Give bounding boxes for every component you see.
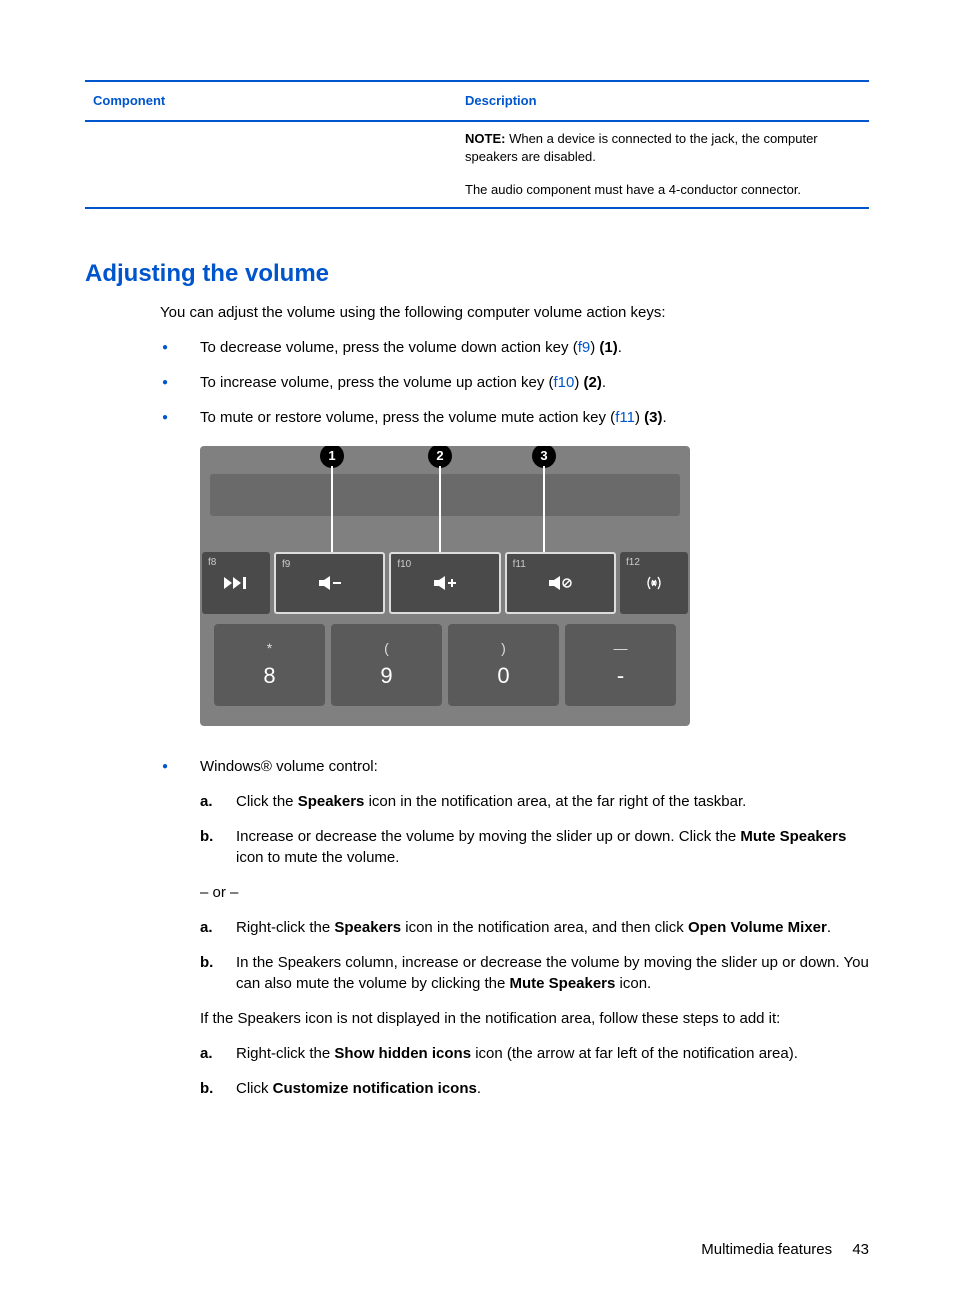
windows-control-list: Windows® volume control: a. Click the Sp… <box>160 756 869 1099</box>
key-0: )0 <box>448 624 559 706</box>
windows-volume-label: Windows® volume control: <box>200 756 869 777</box>
keyboard-figure: 1 2 3 f8 f9 f10 f11 f12 *8 (9 )0 —- <box>200 446 690 726</box>
step-a: a. Click the Speakers icon in the notifi… <box>200 791 869 812</box>
steps-first: a. Click the Speakers icon in the notifi… <box>200 791 869 868</box>
steps-third: a. Right-click the Show hidden icons ico… <box>200 1043 869 1099</box>
step-b: b. Increase or decrease the volume by mo… <box>200 826 869 868</box>
steps-second: a. Right-click the Speakers icon in the … <box>200 917 869 994</box>
or-separator: – or – <box>200 882 869 903</box>
key-link-f11[interactable]: f11 <box>615 409 635 426</box>
key-f9-volume-down: f9 <box>274 552 385 614</box>
step-b: b. In the Speakers column, increase or d… <box>200 952 869 994</box>
show-hidden-intro: If the Speakers icon is not displayed in… <box>200 1008 869 1029</box>
list-item: To increase volume, press the volume up … <box>160 372 869 393</box>
wireless-icon <box>639 574 669 592</box>
step-a: a. Right-click the Speakers icon in the … <box>200 917 869 938</box>
list-item: Windows® volume control: a. Click the Sp… <box>160 756 869 1099</box>
table-audio-text: The audio component must have a 4-conduc… <box>465 181 869 199</box>
action-key-list: To decrease volume, press the volume dow… <box>160 337 869 428</box>
footer-page-number: 43 <box>852 1241 869 1258</box>
callout-3: 3 <box>532 446 556 468</box>
key-f10-volume-up: f10 <box>389 552 500 614</box>
intro-paragraph: You can adjust the volume using the foll… <box>160 302 869 323</box>
volume-mute-icon <box>545 574 575 592</box>
key-8: *8 <box>214 624 325 706</box>
footer-section: Multimedia features <box>701 1241 832 1258</box>
key-f12: f12 <box>620 552 688 614</box>
table-header-row: Component Description <box>85 82 869 122</box>
step-b: b. Click Customize notification icons. <box>200 1078 869 1099</box>
next-track-icon <box>221 574 251 592</box>
key-link-f10[interactable]: f10 <box>554 374 575 391</box>
key-9: (9 <box>331 624 442 706</box>
key-dash: —- <box>565 624 676 706</box>
key-f11-volume-mute: f11 <box>505 552 616 614</box>
table-header-component: Component <box>85 92 465 110</box>
note-label: NOTE: <box>465 131 505 146</box>
note-text: When a device is connected to the jack, … <box>465 131 818 164</box>
step-a: a. Right-click the Show hidden icons ico… <box>200 1043 869 1064</box>
volume-up-icon <box>430 574 460 592</box>
table-header-description: Description <box>465 92 869 110</box>
list-item: To decrease volume, press the volume dow… <box>160 337 869 358</box>
section-heading: Adjusting the volume <box>85 257 869 291</box>
key-link-f9[interactable]: f9 <box>578 339 591 356</box>
list-item: To mute or restore volume, press the vol… <box>160 407 869 428</box>
table-row: NOTE: When a device is connected to the … <box>85 122 869 209</box>
key-f8: f8 <box>202 552 270 614</box>
table-note: NOTE: When a device is connected to the … <box>465 130 869 166</box>
volume-down-icon <box>315 574 345 592</box>
page-footer: Multimedia features 43 <box>85 1239 869 1260</box>
callout-1: 1 <box>320 446 344 468</box>
callout-2: 2 <box>428 446 452 468</box>
component-table: Component Description NOTE: When a devic… <box>85 80 869 209</box>
